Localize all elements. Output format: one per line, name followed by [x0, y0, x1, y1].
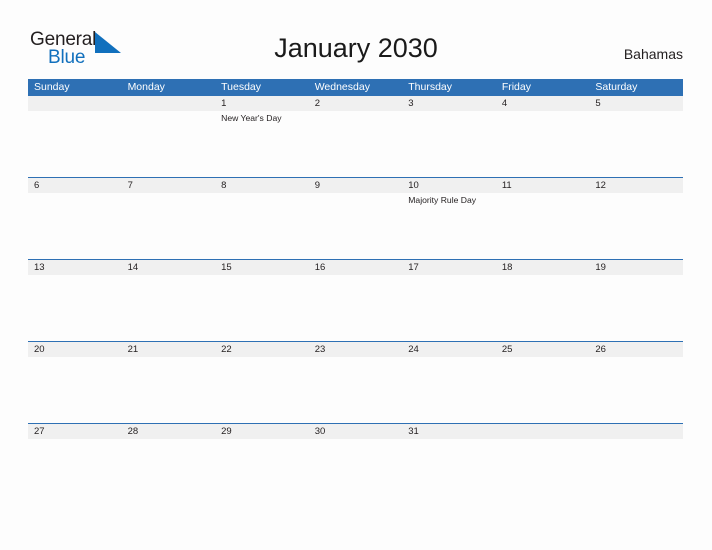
day-event — [309, 275, 403, 341]
calendar-grid: Sunday Monday Tuesday Wednesday Thursday… — [28, 79, 683, 505]
day-number[interactable]: 8 — [215, 178, 309, 193]
day-number[interactable]: 29 — [215, 424, 309, 439]
day-event — [122, 193, 216, 259]
day-event — [496, 439, 590, 505]
day-event — [28, 193, 122, 259]
day-number[interactable]: 12 — [589, 178, 683, 193]
day-number[interactable]: 5 — [589, 96, 683, 111]
weekday-header-wednesday: Wednesday — [314, 81, 370, 93]
day-number[interactable]: 14 — [122, 260, 216, 275]
weekday-header-saturday: Saturday — [595, 81, 638, 93]
day-event — [28, 439, 122, 505]
day-event — [215, 193, 309, 259]
day-event — [589, 111, 683, 177]
weekday-header-tuesday: Tuesday — [221, 81, 262, 93]
calendar-week-row: 6 7 8 9 10 11 12 Majority Rule Day — [28, 178, 683, 260]
week-event-band — [28, 439, 683, 505]
day-number[interactable] — [28, 96, 122, 111]
day-number[interactable]: 3 — [402, 96, 496, 111]
day-event — [309, 357, 403, 423]
day-event — [402, 439, 496, 505]
day-event — [28, 111, 122, 177]
calendar-week-row: 20 21 22 23 24 25 26 — [28, 342, 683, 424]
day-number[interactable] — [589, 424, 683, 439]
calendar-weekday-header-row: Sunday Monday Tuesday Wednesday Thursday… — [28, 79, 683, 96]
day-number[interactable]: 24 — [402, 342, 496, 357]
page-header: General Blue January 2030 Bahamas — [0, 0, 712, 78]
day-event — [309, 439, 403, 505]
calendar-week-row: 1 2 3 4 5 New Year's Day — [28, 96, 683, 178]
day-number[interactable]: 11 — [496, 178, 590, 193]
day-number[interactable]: 19 — [589, 260, 683, 275]
day-event — [28, 275, 122, 341]
day-event — [402, 275, 496, 341]
day-number[interactable]: 27 — [28, 424, 122, 439]
day-number[interactable]: 30 — [309, 424, 403, 439]
day-event — [28, 357, 122, 423]
week-event-band — [28, 357, 683, 423]
day-event — [402, 357, 496, 423]
day-event — [215, 439, 309, 505]
day-number[interactable]: 22 — [215, 342, 309, 357]
day-event — [309, 193, 403, 259]
day-event — [589, 193, 683, 259]
day-event — [496, 193, 590, 259]
day-number[interactable]: 7 — [122, 178, 216, 193]
day-number[interactable]: 2 — [309, 96, 403, 111]
day-number[interactable]: 23 — [309, 342, 403, 357]
day-number[interactable] — [122, 96, 216, 111]
day-number[interactable]: 26 — [589, 342, 683, 357]
day-number[interactable]: 1 — [215, 96, 309, 111]
week-date-band: 6 7 8 9 10 11 12 — [28, 178, 683, 193]
week-date-band: 13 14 15 16 17 18 19 — [28, 260, 683, 275]
week-date-band: 20 21 22 23 24 25 26 — [28, 342, 683, 357]
day-number[interactable]: 16 — [309, 260, 403, 275]
day-number[interactable]: 25 — [496, 342, 590, 357]
day-event — [402, 111, 496, 177]
week-date-band: 1 2 3 4 5 — [28, 96, 683, 111]
week-event-band: New Year's Day — [28, 111, 683, 177]
day-event: New Year's Day — [221, 113, 282, 123]
day-event: Majority Rule Day — [408, 195, 477, 205]
day-number[interactable] — [496, 424, 590, 439]
day-event — [589, 275, 683, 341]
day-event — [122, 111, 216, 177]
weekday-header-friday: Friday — [501, 81, 531, 93]
week-event-band: Majority Rule Day — [28, 193, 683, 259]
calendar-week-row: 27 28 29 30 31 — [28, 424, 683, 505]
weekday-header-monday: Monday — [127, 81, 165, 93]
day-number[interactable]: 17 — [402, 260, 496, 275]
day-number[interactable]: 21 — [122, 342, 216, 357]
day-number[interactable]: 10 — [402, 178, 496, 193]
weekday-header-sunday: Sunday — [34, 81, 70, 93]
weekday-header-thursday: Thursday — [408, 81, 453, 93]
day-event — [122, 275, 216, 341]
country-label: Bahamas — [623, 46, 683, 62]
day-event — [215, 357, 309, 423]
day-number[interactable]: 4 — [496, 96, 590, 111]
calendar-week-row: 13 14 15 16 17 18 19 — [28, 260, 683, 342]
page-title: January 2030 — [274, 33, 438, 63]
day-number[interactable]: 20 — [28, 342, 122, 357]
day-event — [309, 111, 403, 177]
day-event — [122, 357, 216, 423]
day-event — [496, 275, 590, 341]
day-number[interactable]: 18 — [496, 260, 590, 275]
day-event — [589, 357, 683, 423]
day-event — [122, 439, 216, 505]
week-event-band — [28, 275, 683, 341]
day-event — [496, 111, 590, 177]
day-event — [215, 275, 309, 341]
week-date-band: 27 28 29 30 31 — [28, 424, 683, 439]
day-event — [589, 439, 683, 505]
day-number[interactable]: 28 — [122, 424, 216, 439]
day-number[interactable]: 6 — [28, 178, 122, 193]
day-number[interactable]: 9 — [309, 178, 403, 193]
day-event — [496, 357, 590, 423]
day-number[interactable]: 13 — [28, 260, 122, 275]
day-number[interactable]: 31 — [402, 424, 496, 439]
day-number[interactable]: 15 — [215, 260, 309, 275]
